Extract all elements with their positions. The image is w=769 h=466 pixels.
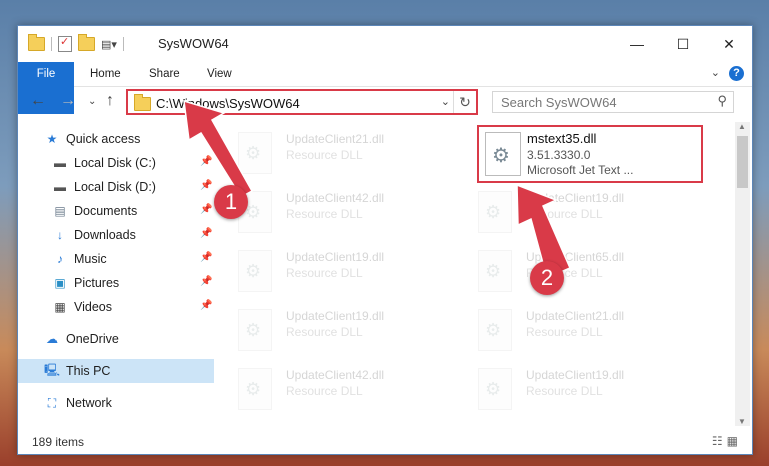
step-1-badge: 1 <box>214 185 248 219</box>
arrow-step-1 <box>183 99 254 204</box>
annotation-arrows <box>183 99 571 280</box>
step-2-badge: 2 <box>530 261 564 295</box>
